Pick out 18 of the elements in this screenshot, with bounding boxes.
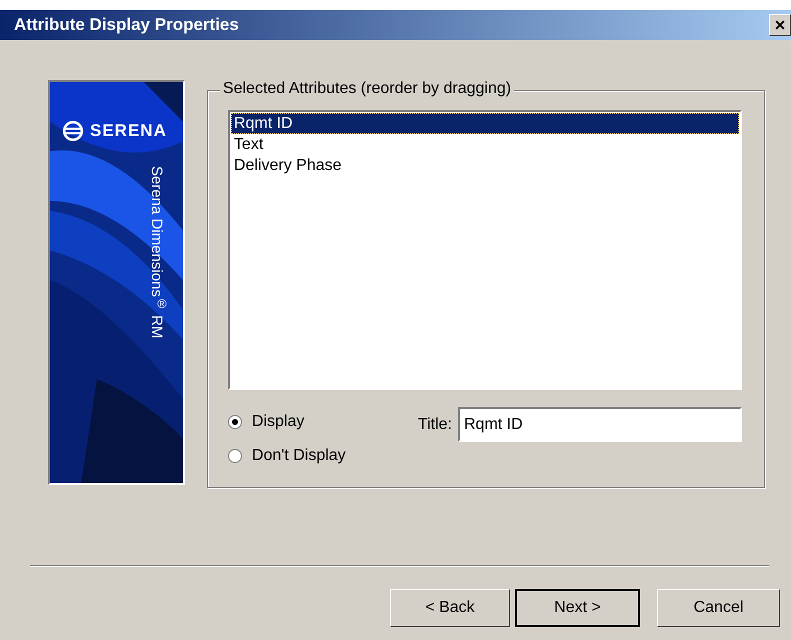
radio-button[interactable] — [228, 449, 242, 463]
title-field[interactable]: Rqmt ID — [458, 407, 742, 442]
dialog-button[interactable]: Next > — [515, 589, 640, 627]
group-label: Selected Attributes (reorder by dragging) — [220, 80, 514, 98]
title-label: Title: — [418, 415, 452, 434]
radio-button[interactable] — [228, 415, 242, 429]
attribute-list[interactable]: Rqmt ID Text Delivery Phase — [228, 110, 742, 390]
close-button[interactable]: × — [769, 14, 791, 36]
window-title: Attribute Display Properties — [14, 15, 239, 35]
radio-label[interactable]: Don't Display — [252, 447, 346, 465]
dialog-button[interactable]: < Back — [390, 589, 510, 627]
dialog-button[interactable]: Cancel — [657, 589, 780, 627]
logo-text: SERENA — [90, 121, 167, 141]
list-item[interactable]: Delivery Phase — [230, 155, 739, 176]
list-item[interactable]: Text — [230, 134, 739, 155]
logo-icon — [62, 120, 84, 142]
radio-label[interactable]: Display — [252, 413, 304, 431]
list-item[interactable]: Rqmt ID — [230, 113, 739, 134]
